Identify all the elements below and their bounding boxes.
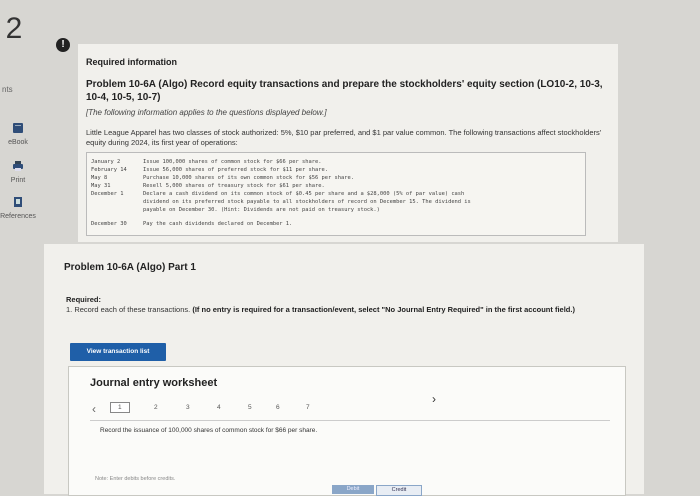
references-icon [0,196,36,210]
divider [90,420,610,421]
info-note: [The following information applies to th… [86,108,327,117]
book-icon [0,122,36,136]
required-label: Required: [66,295,102,304]
record-instructions: 1. Record each of these transactions. (I… [66,305,626,315]
view-transaction-list-button[interactable]: View transaction list [70,343,166,361]
worksheet-tab[interactable]: 7 [306,404,310,411]
chevron-left-icon[interactable]: ‹ [92,402,96,416]
credit-column-header: Credit [376,485,422,496]
chevron-right-icon[interactable]: › [432,392,436,406]
worksheet-instruction: Record the issuance of 100,000 shares of… [100,427,318,434]
worksheet-note: Note: Enter debits before credits. [95,476,176,482]
worksheet-tab[interactable]: 1 [110,402,130,413]
list-item: February 14 Issue 56,000 shares of prefer… [91,167,328,173]
worksheet-tab[interactable]: 2 [154,404,158,411]
worksheet-tab[interactable]: 6 [276,404,280,411]
worksheet-tab[interactable]: 3 [186,404,190,411]
list-item: payable on December 30. (Hint: Dividends… [143,207,380,213]
sidebar-item-label: References [0,213,36,220]
list-item: May 31 Resell 5,000 shares of treasury st… [91,183,325,189]
list-item: dividend on its preferred stock payable … [143,199,471,205]
record-text: 1. Record each of these transactions. [66,305,191,314]
print-icon [0,160,36,174]
worksheet-title: Journal entry worksheet [90,377,218,389]
alert-icon: ! [56,38,70,52]
debit-column-header: Debit [332,485,374,494]
sidebar-item-label: Print [10,177,26,184]
sidebar-item-label: eBook [8,139,28,146]
record-bold-note: (If no entry is required for a transacti… [192,305,575,314]
points-label: nts [2,85,13,94]
worksheet-tab[interactable]: 5 [248,404,252,411]
sidebar-item-references[interactable]: References [0,196,36,220]
part-title: Problem 10-6A (Algo) Part 1 [64,262,196,273]
list-item: May 8 Purchase 10,000 shares of its own c… [91,175,354,181]
list-item: December 30 Pay the cash dividends declar… [91,221,293,227]
problem-intro: Little League Apparel has two classes of… [86,128,602,147]
problem-title: Problem 10-6A (Algo) Record equity trans… [86,79,603,103]
list-item: January 2 Issue 100,000 shares of common … [91,159,322,165]
question-number: 2 [5,12,23,45]
worksheet-tab[interactable]: 4 [217,404,221,411]
list-item: December 1 Declare a cash dividend on its… [91,191,465,197]
sidebar-item-print[interactable]: Print [0,160,36,184]
transaction-list: January 2 Issue 100,000 shares of common … [86,152,586,236]
sidebar-item-ebook[interactable]: eBook [0,122,36,146]
required-info-heading: Required information [86,57,178,67]
